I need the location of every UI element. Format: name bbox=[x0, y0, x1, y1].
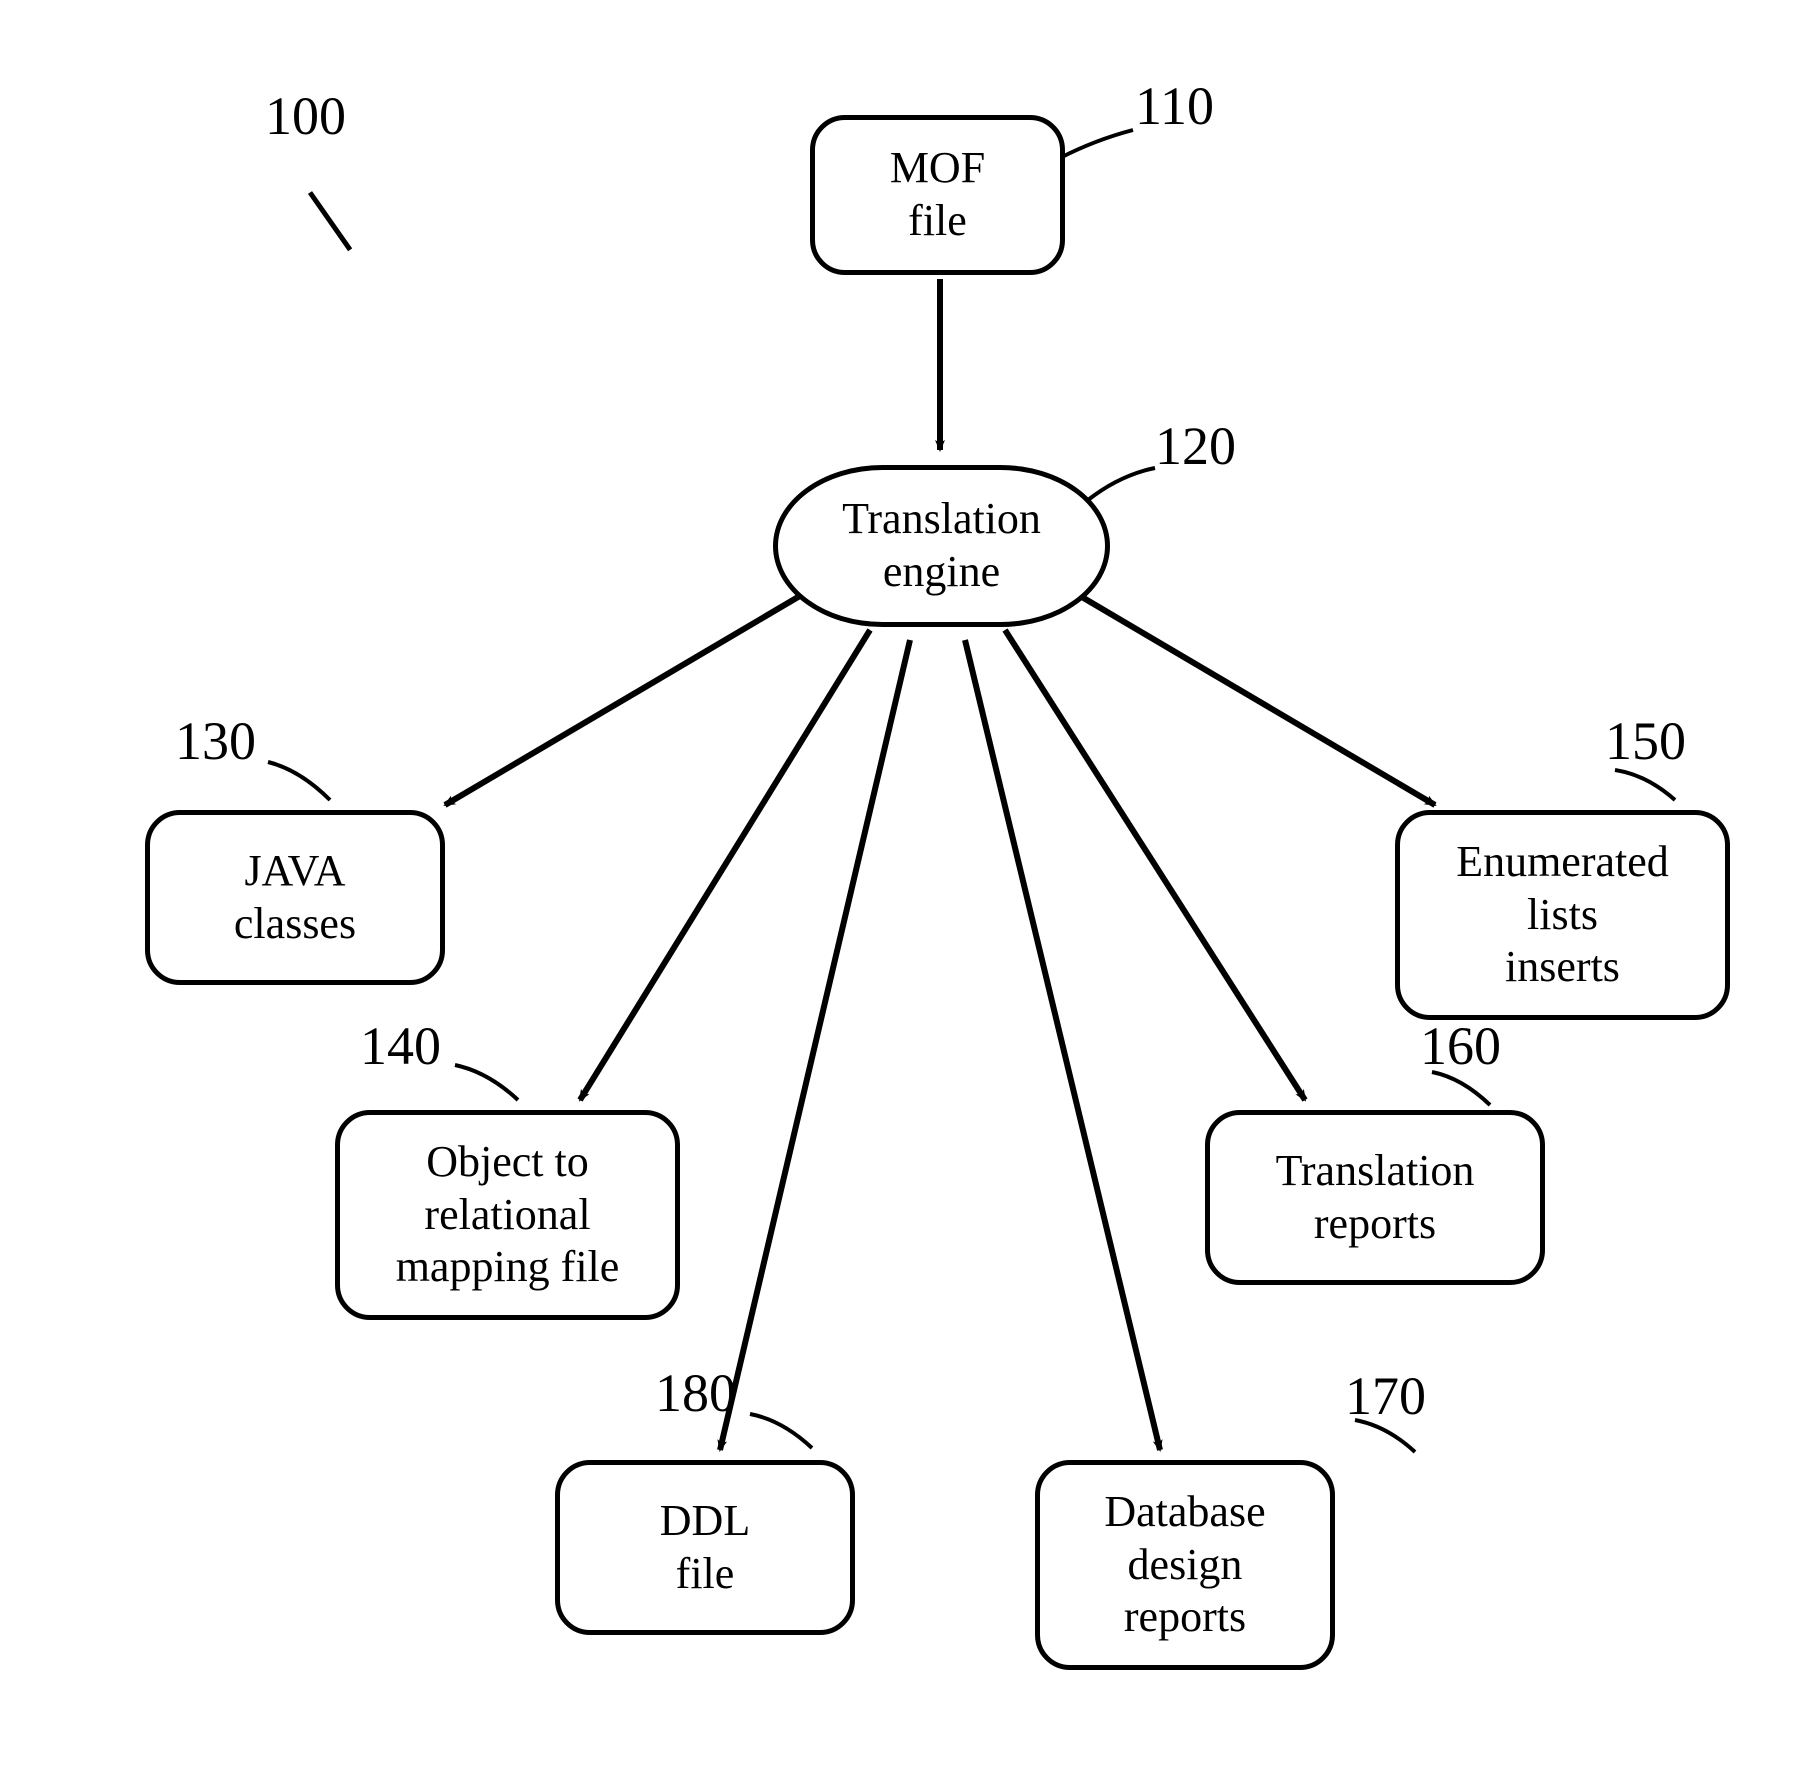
node-engine: Translationengine bbox=[773, 465, 1110, 627]
node-dbdesign-label: Databasedesignreports bbox=[1104, 1486, 1265, 1644]
node-engine-label: Translationengine bbox=[842, 493, 1041, 599]
ref-dbdesign: 170 bbox=[1345, 1365, 1426, 1427]
ref-mapping: 140 bbox=[360, 1015, 441, 1077]
node-mof: MOFfile bbox=[810, 115, 1065, 275]
node-mapping: Object torelationalmapping file bbox=[335, 1110, 680, 1320]
node-java-label: JAVAclasses bbox=[234, 845, 356, 951]
system-tick bbox=[308, 191, 352, 251]
diagram-canvas: 100 110 120 130 140 150 160 170 180 MOFf… bbox=[0, 0, 1815, 1766]
node-ddl-label: DDLfile bbox=[660, 1495, 750, 1601]
node-reports-label: Translationreports bbox=[1276, 1145, 1475, 1251]
ref-engine: 120 bbox=[1155, 415, 1236, 477]
ref-system: 100 bbox=[265, 85, 346, 147]
node-enum-label: Enumeratedlistsinserts bbox=[1456, 836, 1669, 994]
ref-enum: 150 bbox=[1605, 710, 1686, 772]
node-mof-label: MOFfile bbox=[890, 142, 985, 248]
ref-ddl: 180 bbox=[655, 1362, 736, 1424]
node-dbdesign: Databasedesignreports bbox=[1035, 1460, 1335, 1670]
ref-mof: 110 bbox=[1135, 75, 1214, 137]
node-reports: Translationreports bbox=[1205, 1110, 1545, 1285]
ref-java: 130 bbox=[175, 710, 256, 772]
node-mapping-label: Object torelationalmapping file bbox=[396, 1136, 620, 1294]
node-ddl: DDLfile bbox=[555, 1460, 855, 1635]
node-enum: Enumeratedlistsinserts bbox=[1395, 810, 1730, 1020]
node-java: JAVAclasses bbox=[145, 810, 445, 985]
ref-reports: 160 bbox=[1420, 1015, 1501, 1077]
